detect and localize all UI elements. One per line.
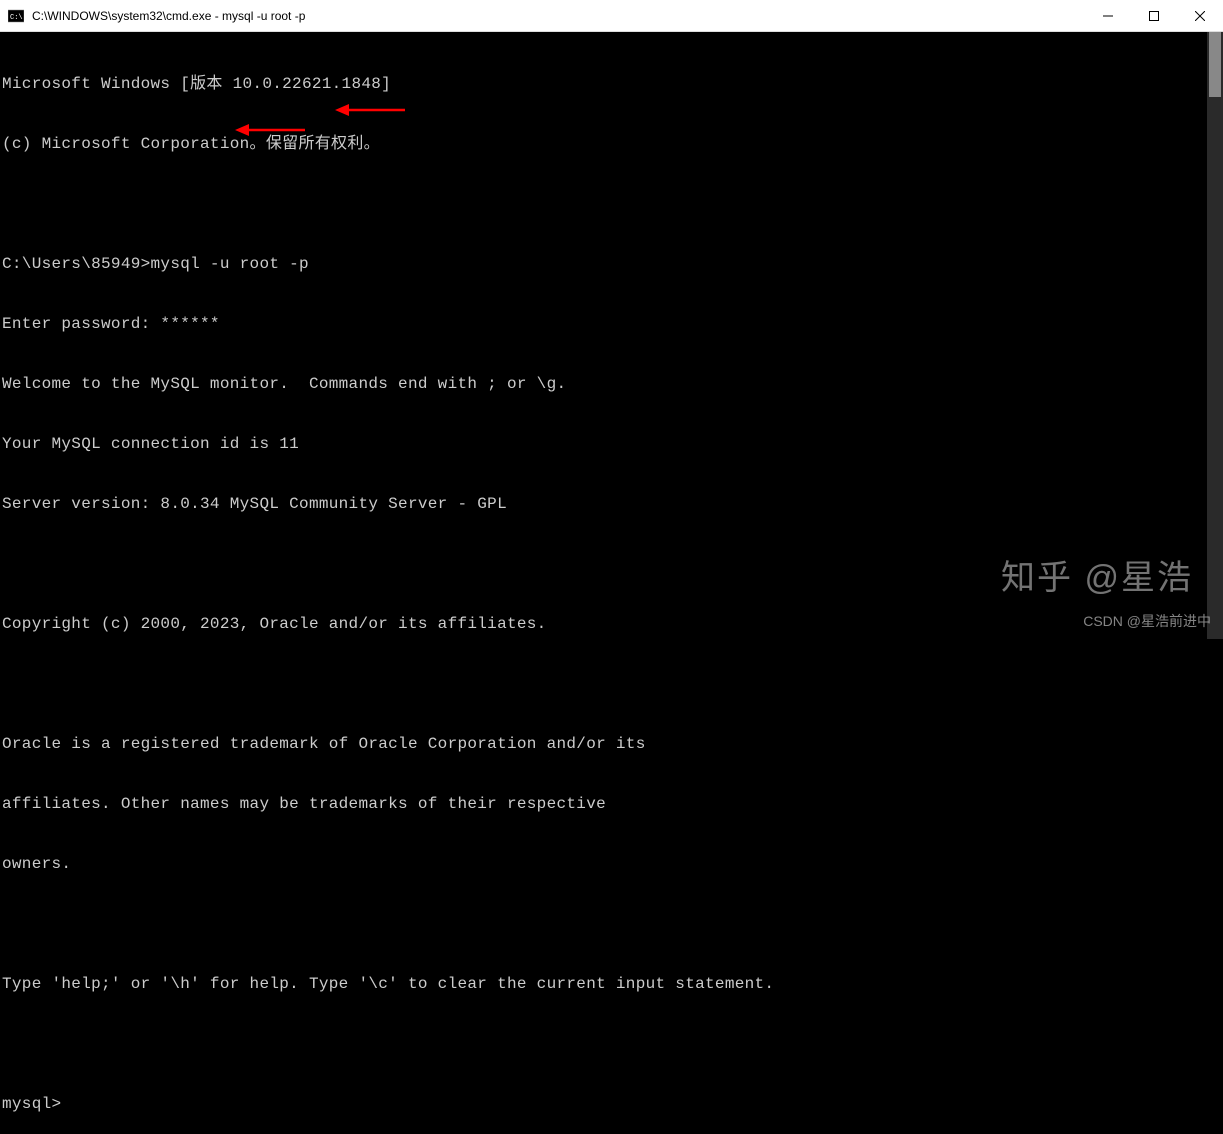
zhihu-watermark: 知乎 @星浩 <box>1001 550 1193 599</box>
terminal-line: (c) Microsoft Corporation。保留所有权利。 <box>2 134 1223 154</box>
close-button[interactable] <box>1177 0 1223 31</box>
terminal-line <box>2 914 1223 934</box>
maximize-button[interactable] <box>1131 0 1177 31</box>
window-titlebar: C:\ C:\WINDOWS\system32\cmd.exe - mysql … <box>0 0 1223 32</box>
svg-text:C:\: C:\ <box>10 14 23 22</box>
terminal-line: Enter password: ****** <box>2 314 1223 334</box>
window-title: C:\WINDOWS\system32\cmd.exe - mysql -u r… <box>32 9 1085 23</box>
terminal-line: Server version: 8.0.34 MySQL Community S… <box>2 494 1223 514</box>
csdn-watermark: CSDN @星浩前进中 <box>1083 611 1211 631</box>
terminal-line: Your MySQL connection id is 11 <box>2 434 1223 454</box>
terminal-line: Copyright (c) 2000, 2023, Oracle and/or … <box>2 614 1223 634</box>
terminal-line: Oracle is a registered trademark of Orac… <box>2 734 1223 754</box>
terminal-line: Welcome to the MySQL monitor. Commands e… <box>2 374 1223 394</box>
terminal-line <box>2 674 1223 694</box>
terminal-line: C:\Users\85949>mysql -u root -p <box>2 254 1223 274</box>
vertical-scrollbar[interactable] <box>1207 32 1223 639</box>
terminal-line: affiliates. Other names may be trademark… <box>2 794 1223 814</box>
terminal-line: owners. <box>2 854 1223 874</box>
terminal-prompt: mysql> <box>2 1094 1223 1114</box>
terminal-line: Microsoft Windows [版本 10.0.22621.1848] <box>2 74 1223 94</box>
scrollbar-thumb[interactable] <box>1209 32 1221 97</box>
terminal-line <box>2 1034 1223 1054</box>
window-controls <box>1085 0 1223 31</box>
terminal-line: Type 'help;' or '\h' for help. Type '\c'… <box>2 974 1223 994</box>
terminal-line <box>2 194 1223 214</box>
terminal-output[interactable]: Microsoft Windows [版本 10.0.22621.1848] (… <box>0 32 1223 639</box>
minimize-button[interactable] <box>1085 0 1131 31</box>
cmd-icon: C:\ <box>8 8 24 24</box>
